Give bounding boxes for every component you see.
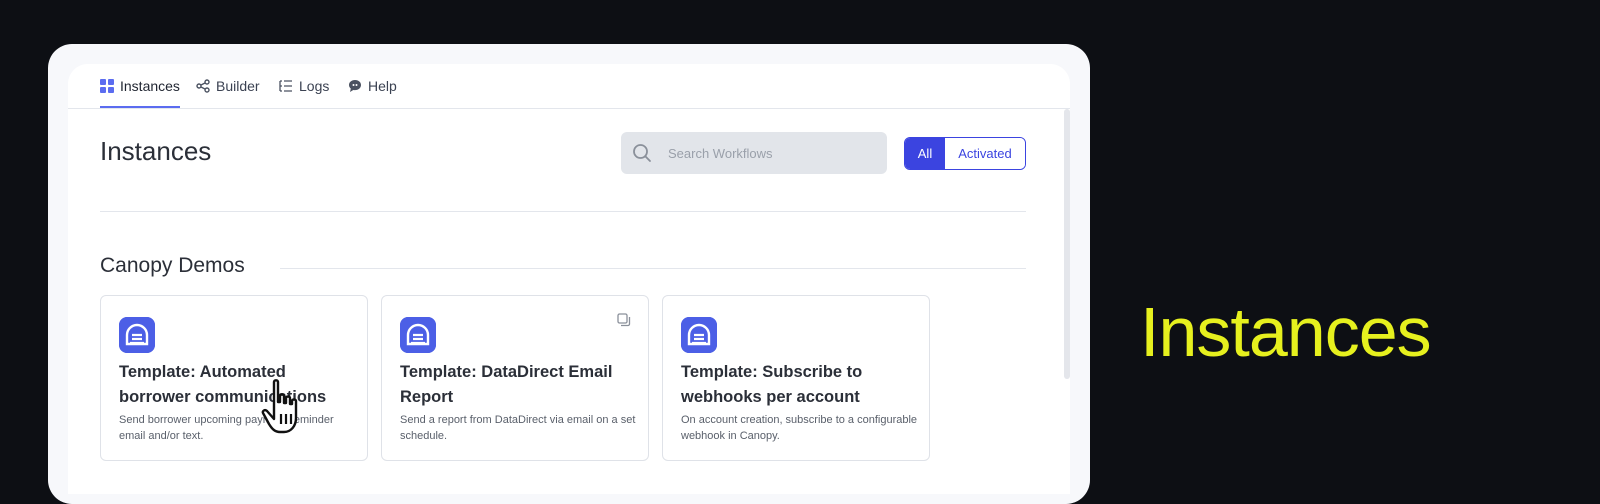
card-description: Send borrower upcoming payment reminder … (119, 414, 334, 442)
tab-logs[interactable]: Logs (279, 64, 329, 108)
tab-instances[interactable]: Instances (100, 64, 180, 108)
tab-label: Builder (216, 78, 260, 94)
grid-icon (100, 79, 114, 93)
card-title: Template: Automated borrower communicati… (119, 363, 327, 406)
tab-label: Logs (299, 78, 330, 94)
filter-all-button[interactable]: All (905, 138, 945, 169)
workflow-card[interactable]: Template: Subscribe to webhooks per acco… (662, 295, 930, 461)
filter-activated-button[interactable]: Activated (945, 138, 1025, 169)
search-input[interactable] (666, 144, 870, 162)
tab-label: Instances (120, 78, 180, 94)
chat-bubble-icon (349, 80, 361, 92)
top-nav: Instances Builder Logs Help (68, 64, 1070, 109)
divider (100, 211, 1026, 212)
tab-builder[interactable]: Builder (196, 64, 260, 108)
card-description: Send a report from DataDirect via email … (400, 414, 636, 442)
page-title: Instances (100, 136, 212, 166)
list-icon (279, 80, 292, 92)
share-icon (196, 79, 210, 93)
canopy-logo-icon (681, 317, 717, 353)
card-description: On account creation, subscribe to a conf… (681, 414, 918, 442)
search-box[interactable] (621, 132, 887, 174)
app-window: Instances Builder Logs Help Instances Se… (68, 64, 1070, 494)
side-caption: Instances (1140, 293, 1432, 371)
hand-pointer-icon (261, 379, 298, 434)
vertical-scrollbar[interactable] (1064, 109, 1070, 379)
tab-label: Help (368, 78, 397, 94)
group-title: Canopy Demos (100, 254, 259, 278)
search-icon (633, 144, 651, 162)
tab-help[interactable]: Help (348, 64, 397, 108)
filter-toggle: All Activated (904, 137, 1026, 170)
copy-icon[interactable] (616, 312, 632, 328)
canopy-logo-icon (119, 317, 155, 353)
group-divider (280, 268, 1026, 269)
canopy-logo-icon (400, 317, 436, 353)
workflow-card[interactable]: Template: DataDirect Email Report Send a… (381, 295, 649, 461)
workflow-card[interactable]: Template: Automated borrower communicati… (100, 295, 368, 461)
card-title: Template: Subscribe to webhooks per acco… (681, 363, 863, 406)
card-title: Template: DataDirect Email Report (400, 363, 613, 406)
app-frame: Instances Builder Logs Help Instances Se… (48, 44, 1090, 504)
